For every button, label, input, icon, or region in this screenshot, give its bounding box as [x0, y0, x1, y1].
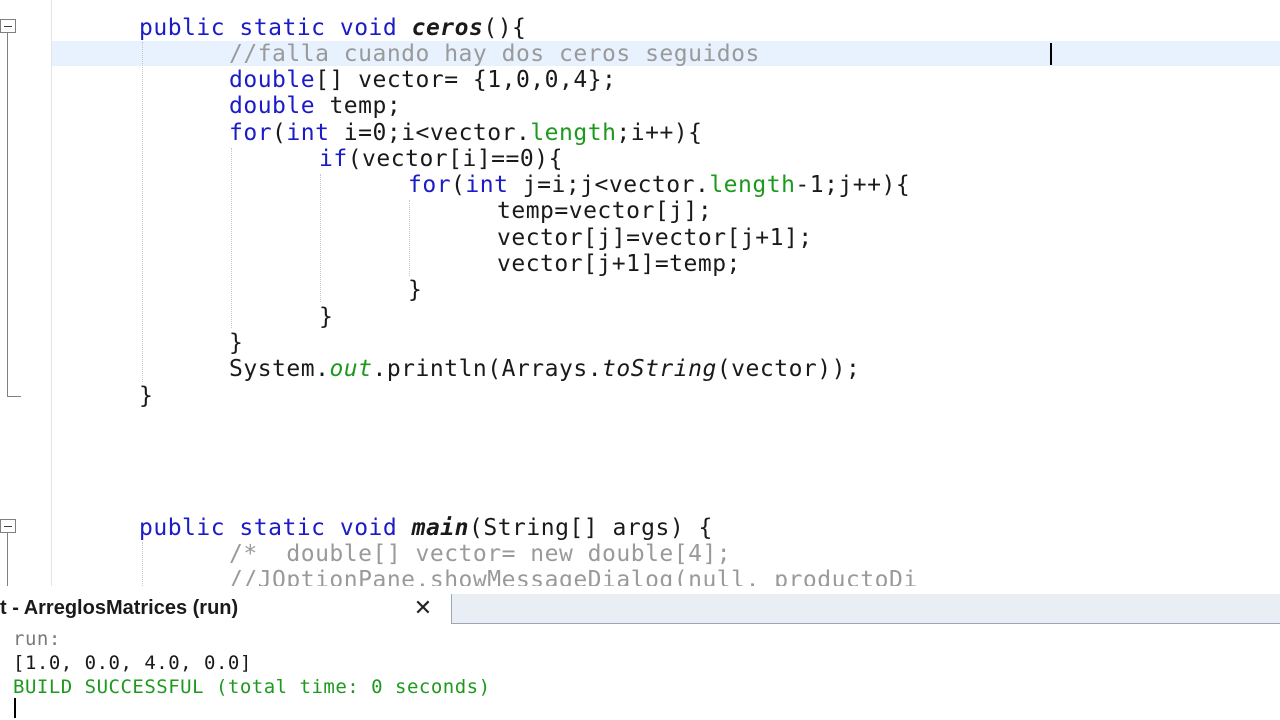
code-token: (vector));: [716, 356, 861, 382]
code-token: -1;j++){: [795, 172, 911, 198]
code-token: /* double[] vector= new double[4];: [229, 541, 732, 567]
code-line[interactable]: //JOptionPane.showMessageDialog(null, pr…: [229, 567, 918, 586]
code-token: (){: [483, 15, 527, 41]
code-line[interactable]: }: [319, 304, 333, 330]
code-token: if: [319, 146, 348, 172]
code-line[interactable]: System.out.println(Arrays.toString(vecto…: [229, 356, 860, 382]
code-token: for: [408, 172, 452, 198]
code-token: main: [411, 515, 469, 541]
output-panel: t - ArreglosMatrices (run) ✕ run: [1.0, 0…: [0, 586, 1280, 720]
code-token: [] vector= {1,0,0,4};: [315, 67, 617, 93]
code-line[interactable]: double[] vector= {1,0,0,4};: [229, 67, 616, 93]
code-line[interactable]: for(int i=0;i<vector.length;i++){: [229, 120, 703, 146]
code-token: vector[j+1]=temp;: [497, 251, 741, 277]
code-line[interactable]: }: [229, 330, 243, 356]
console-caret[interactable]: [14, 698, 16, 718]
code-token: toString: [602, 356, 717, 382]
code-token: int: [286, 120, 330, 146]
code-token: public static void: [139, 515, 412, 541]
code-token: vector[j]=vector[j+1];: [497, 225, 813, 251]
code-token: ceros: [411, 15, 484, 41]
console-output-line: run:: [13, 628, 61, 650]
code-line[interactable]: }: [139, 383, 153, 409]
code-line[interactable]: public static void main(String[] args) {: [139, 515, 713, 541]
indent-guide: [320, 174, 321, 302]
console-output-line: BUILD SUCCESSFUL (total time: 0 seconds): [13, 676, 491, 698]
code-token: out: [329, 356, 373, 382]
indent-guide: [409, 200, 410, 276]
code-token: }: [229, 330, 244, 356]
code-token: length: [530, 120, 617, 146]
code-token: .println(Arrays.: [372, 356, 603, 382]
code-token: (: [272, 120, 287, 146]
code-token: int: [465, 172, 509, 198]
fold-end-marker: [7, 396, 21, 397]
code-line[interactable]: if(vector[i]==0){: [319, 146, 563, 172]
code-token: j=i;j<vector.: [508, 172, 710, 198]
text-caret: [1050, 43, 1052, 65]
indent-guide: [142, 542, 143, 586]
code-token: System.: [229, 356, 330, 382]
code-token: (String[] args) {: [469, 515, 713, 541]
code-token: public static void: [139, 15, 412, 41]
code-token: length: [709, 172, 796, 198]
code-token: i=0;i<vector.: [329, 120, 531, 146]
code-token: ;i++){: [616, 120, 703, 146]
code-line[interactable]: }: [408, 277, 422, 303]
fold-collapse-icon[interactable]: [0, 19, 16, 33]
fold-range-line: [7, 533, 8, 586]
code-token: for: [229, 120, 273, 146]
console-output-line: [1.0, 0.0, 4.0, 0.0]: [13, 652, 252, 674]
code-token: }: [319, 304, 334, 330]
code-token: }: [139, 383, 154, 409]
close-icon[interactable]: ✕: [410, 594, 436, 624]
code-token: }: [408, 277, 423, 303]
code-token: double: [229, 67, 316, 93]
indent-guide: [231, 148, 232, 328]
code-token: (: [451, 172, 466, 198]
code-line[interactable]: double temp;: [229, 93, 401, 119]
code-token: //falla cuando hay dos ceros seguidos: [229, 41, 760, 67]
tab-output-run[interactable]: t - ArreglosMatrices (run) ✕: [0, 594, 452, 624]
code-line[interactable]: for(int j=i;j<vector.length-1;j++){: [408, 172, 910, 198]
code-editor[interactable]: public static void ceros(){//falla cuand…: [0, 0, 1280, 586]
code-token: double: [229, 93, 316, 119]
code-line[interactable]: /* double[] vector= new double[4];: [229, 541, 731, 567]
code-line[interactable]: vector[j]=vector[j+1];: [497, 225, 813, 251]
code-line[interactable]: //falla cuando hay dos ceros seguidos: [229, 41, 760, 67]
indent-guide: [142, 42, 143, 382]
gutter-divider: [51, 0, 52, 586]
code-line[interactable]: public static void ceros(){: [139, 15, 526, 41]
code-line[interactable]: vector[j+1]=temp;: [497, 251, 741, 277]
code-line[interactable]: temp=vector[j];: [497, 198, 712, 224]
tab-label: t - ArreglosMatrices (run): [0, 597, 239, 619]
code-token: temp=vector[j];: [497, 198, 713, 224]
code-token: temp;: [315, 93, 402, 119]
fold-range-line: [7, 33, 8, 397]
code-token: (vector[i]==0){: [347, 146, 563, 172]
fold-collapse-icon[interactable]: [0, 519, 16, 533]
output-tab-bar: t - ArreglosMatrices (run) ✕: [0, 594, 1280, 624]
code-token: //JOptionPane.showMessageDialog(null, pr…: [229, 567, 918, 586]
